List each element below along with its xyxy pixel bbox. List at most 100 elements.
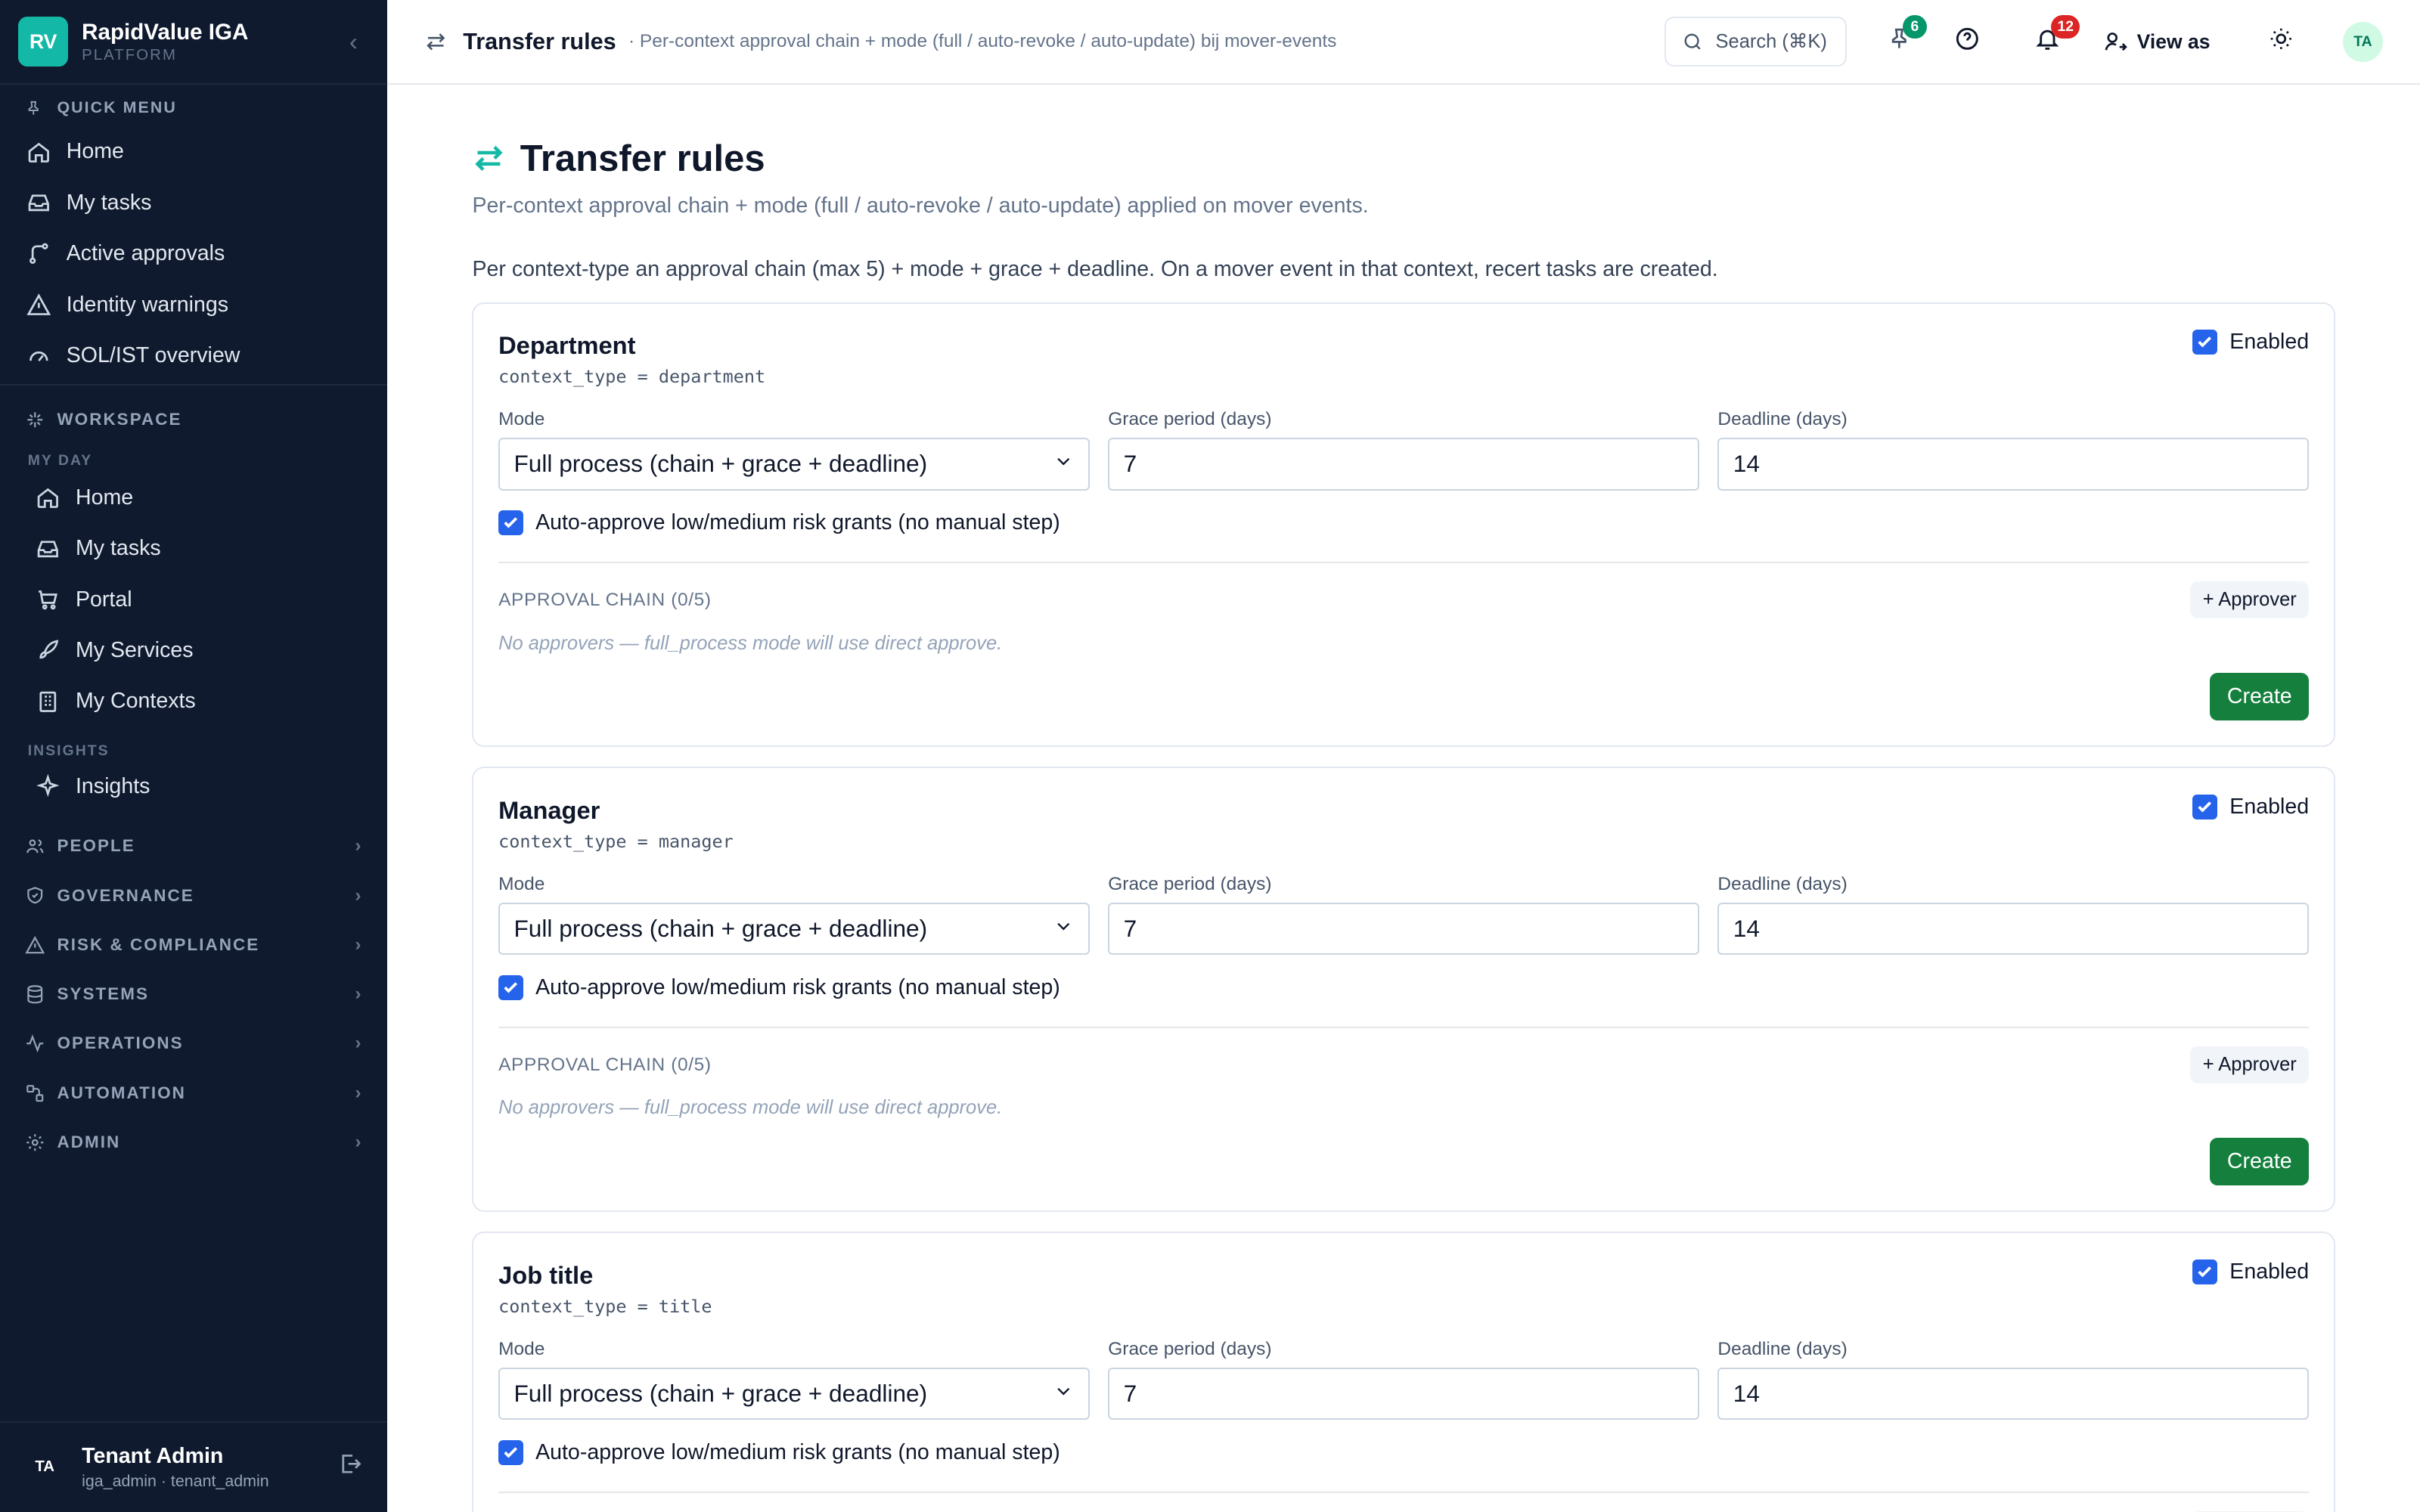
sidebar-item-insights[interactable]: Insights [0, 761, 387, 812]
nav-label: My Contexts [75, 689, 196, 714]
chevron-right-icon: › [355, 835, 363, 857]
auto-approve-checkbox[interactable]: Auto-approve low/medium risk grants (no … [498, 1440, 2309, 1465]
mode-select[interactable]: Full process (chain + grace + deadline) [498, 1368, 1090, 1421]
rule-title: Department [498, 331, 636, 360]
sparkle-icon [25, 410, 47, 430]
view-as-button[interactable]: View as [2103, 29, 2211, 54]
approval-chain-label: APPROVAL CHAIN (0/5) [498, 589, 712, 610]
add-approver-button[interactable]: + Approver [2190, 581, 2310, 619]
topbar-subtitle: · Per-context approval chain + mode (ful… [628, 31, 1337, 52]
nav-label: SOL/IST overview [66, 342, 240, 367]
brand-sub: PLATFORM [82, 46, 177, 64]
user-profile: TA Tenant Admin iga_admin · tenant_admin [0, 1421, 388, 1512]
gear-icon [25, 1132, 47, 1153]
insights-label: INSIGHTS [27, 742, 110, 760]
sidebar-item-my-tasks[interactable]: My tasks [0, 523, 387, 574]
topbar: Transfer rules · Per-context approval ch… [387, 0, 2420, 85]
inbox-icon [34, 535, 62, 563]
grace-value: 7 [1123, 1380, 1137, 1408]
view-as-label: View as [2136, 29, 2211, 53]
checkbox-checked-icon[interactable] [498, 510, 523, 535]
brand-logo[interactable]: RV [18, 17, 68, 67]
pinned-badge: 6 [1902, 15, 1928, 39]
chevron-right-icon: › [355, 1132, 363, 1153]
auto-approve-checkbox[interactable]: Auto-approve low/medium risk grants (no … [498, 975, 2309, 1000]
deadline-value: 14 [1733, 1380, 1760, 1408]
deadline-value: 14 [1733, 450, 1760, 478]
deadline-input[interactable]: 14 [1717, 438, 2310, 491]
rocket-icon [34, 637, 62, 665]
search-label: Search (⌘K) [1715, 31, 1827, 53]
transfer-icon [472, 141, 506, 175]
theme-toggle[interactable] [2254, 14, 2309, 69]
home-icon [34, 484, 62, 512]
group-label: SYSTEMS [57, 984, 149, 1004]
pinned-button[interactable]: 6 [1872, 14, 1928, 69]
sidebar-group-operations[interactable]: OPERATIONS › [0, 1019, 387, 1068]
quick-menu-label: QUICK MENU [57, 98, 177, 117]
group-label: AUTOMATION [57, 1083, 186, 1102]
sidebar-group-systems[interactable]: SYSTEMS › [0, 970, 387, 1019]
grace-input[interactable]: 7 [1108, 438, 1699, 491]
mode-select[interactable]: Full process (chain + grace + deadline) [498, 903, 1090, 956]
mode-select[interactable]: Full process (chain + grace + deadline) [498, 438, 1090, 491]
avatar[interactable]: TA [25, 1447, 65, 1487]
create-button[interactable]: Create [2210, 673, 2310, 721]
deadline-input[interactable]: 14 [1717, 1368, 2310, 1421]
sidebar-group-admin[interactable]: ADMIN › [0, 1117, 387, 1167]
search-button[interactable]: Search (⌘K) [1665, 17, 1848, 67]
nav-label: Home [75, 485, 134, 510]
collapse-sidebar-icon[interactable]: ‹ [338, 27, 369, 56]
group-label: OPERATIONS [57, 1033, 184, 1053]
sidebar-group-risk-compliance[interactable]: RISK & COMPLIANCE › [0, 920, 387, 969]
sidebar-item-portal[interactable]: Portal [0, 575, 387, 625]
grace-input[interactable]: 7 [1108, 903, 1699, 956]
chevron-right-icon: › [355, 1082, 363, 1103]
sidebar-item-my-contexts[interactable]: My Contexts [0, 676, 387, 727]
enabled-toggle[interactable]: Enabled [2192, 330, 2309, 355]
sidebar-item-home[interactable]: Home [0, 472, 387, 523]
sidebar-group-people[interactable]: PEOPLE › [0, 822, 387, 871]
rule-title: Job title [498, 1261, 594, 1290]
quick-item-identity-warnings[interactable]: Identity warnings [0, 279, 387, 330]
chevron-right-icon: › [355, 984, 363, 1005]
add-approver-button[interactable]: + Approver [2190, 1046, 2310, 1084]
logout-icon[interactable] [338, 1452, 363, 1483]
enabled-label: Enabled [2229, 330, 2310, 355]
mode-value: Full process (chain + grace + deadline) [513, 450, 928, 478]
deadline-label: Deadline (days) [1717, 873, 1848, 894]
quick-item-my-tasks[interactable]: My tasks [0, 178, 387, 228]
enabled-toggle[interactable]: Enabled [2192, 1259, 2309, 1284]
enabled-label: Enabled [2229, 795, 2310, 820]
auto-approve-label: Auto-approve low/medium risk grants (no … [535, 1439, 1060, 1464]
transfer-icon [424, 30, 449, 54]
quick-item-sol-ist-overview[interactable]: SOL/IST overview [0, 330, 387, 381]
checkbox-checked-icon[interactable] [2192, 330, 2217, 355]
sidebar-group-automation[interactable]: AUTOMATION › [0, 1068, 387, 1117]
quick-item-home[interactable]: Home [0, 126, 387, 177]
grace-value: 7 [1123, 915, 1137, 943]
checkbox-checked-icon[interactable] [498, 1440, 523, 1465]
create-button[interactable]: Create [2210, 1137, 2310, 1186]
avatar[interactable]: TA [2342, 21, 2383, 62]
search-icon [1682, 31, 1704, 53]
approval-chain-label: APPROVAL CHAIN (0/5) [498, 1054, 712, 1075]
grace-input[interactable]: 7 [1108, 1368, 1699, 1421]
brand: RV RapidValue IGA PLATFORM ‹ [0, 0, 388, 85]
checkbox-checked-icon[interactable] [2192, 1259, 2217, 1284]
help-button[interactable] [1939, 14, 1994, 69]
grace-label: Grace period (days) [1108, 1338, 1272, 1359]
notifications-button[interactable]: 12 [2020, 14, 2080, 69]
group-label: RISK & COMPLIANCE [57, 934, 260, 954]
checkbox-checked-icon[interactable] [498, 975, 523, 1000]
deadline-input[interactable]: 14 [1717, 903, 2310, 956]
nav-label: My tasks [75, 536, 161, 561]
checkbox-checked-icon[interactable] [2192, 795, 2217, 820]
sidebar-item-my-services[interactable]: My Services [0, 625, 387, 676]
enabled-toggle[interactable]: Enabled [2192, 795, 2309, 820]
auto-approve-checkbox[interactable]: Auto-approve low/medium risk grants (no … [498, 510, 2309, 535]
sidebar-group-governance[interactable]: GOVERNANCE › [0, 871, 387, 920]
quick-item-active-approvals[interactable]: Active approvals [0, 228, 387, 279]
workspace-heading: WORKSPACE [0, 409, 387, 431]
mode-label: Mode [498, 408, 545, 429]
